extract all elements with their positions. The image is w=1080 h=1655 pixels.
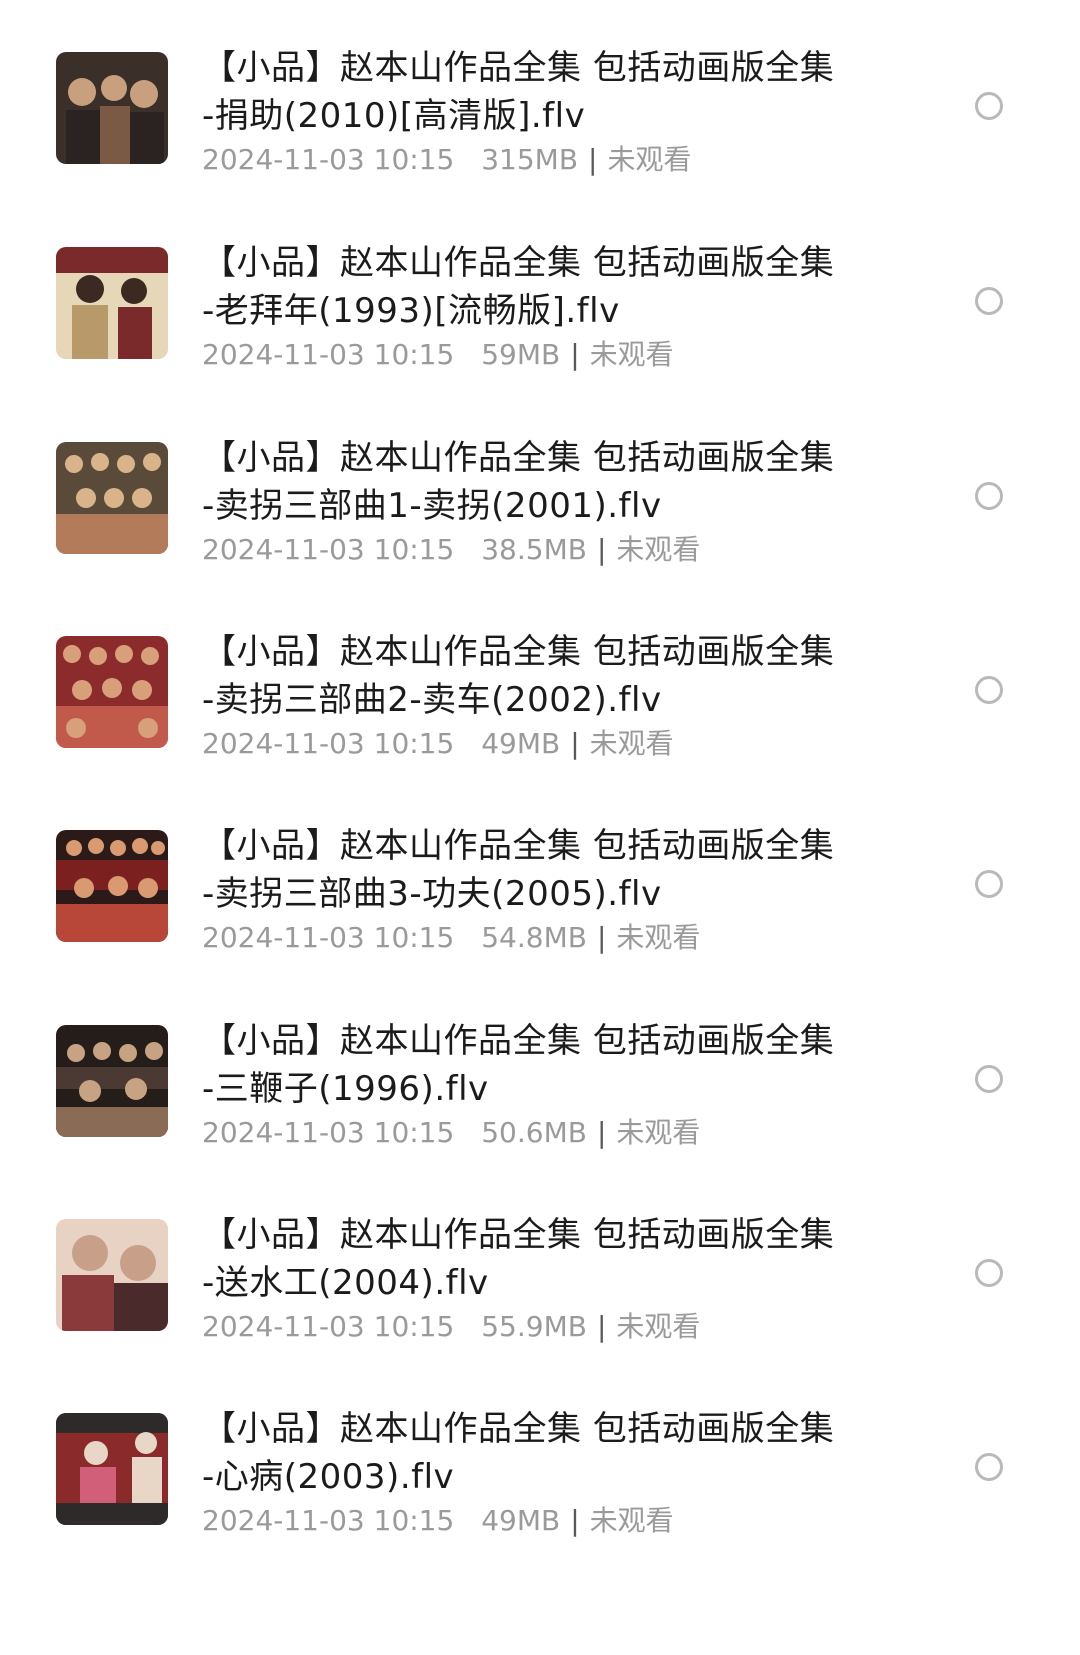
meta-separator: |	[570, 1504, 580, 1537]
file-date: 2024-11-03 10:15	[202, 1116, 455, 1149]
file-date: 2024-11-03 10:15	[202, 1504, 455, 1537]
list-item[interactable]: 【小品】赵本山作品全集 包括动画版全集 -卖拐三部曲2-卖车(2002).flv…	[0, 632, 1080, 836]
file-title-line1: 【小品】赵本山作品全集 包括动画版全集	[202, 1021, 835, 1061]
watch-status: 未观看	[589, 338, 674, 371]
file-size: 55.9MB	[481, 1310, 587, 1343]
video-thumbnail[interactable]	[56, 247, 168, 359]
select-radio[interactable]	[975, 287, 1003, 315]
file-size: 50.6MB	[481, 1116, 587, 1149]
thumbnail-image	[56, 1219, 168, 1331]
list-item[interactable]: 【小品】赵本山作品全集 包括动画版全集 -三鞭子(1996).flv 2024-…	[0, 1021, 1080, 1225]
file-title-line2: -卖拐三部曲1-卖拐(2001).flv	[202, 486, 662, 526]
thumbnail-image	[56, 52, 168, 164]
meta-separator: |	[570, 338, 580, 371]
watch-status: 未观看	[589, 727, 674, 760]
file-meta: 2024-11-03 10:15 49MB | 未观看	[202, 724, 902, 764]
list-item[interactable]: 【小品】赵本山作品全集 包括动画版全集 -心病(2003).flv 2024-1…	[0, 1409, 1080, 1613]
file-meta: 2024-11-03 10:15 49MB | 未观看	[202, 1501, 902, 1541]
file-title-line2: -送水工(2004).flv	[202, 1263, 489, 1303]
file-title-line2: -心病(2003).flv	[202, 1457, 455, 1497]
file-date: 2024-11-03 10:15	[202, 727, 455, 760]
file-meta: 2024-11-03 10:15 38.5MB | 未观看	[202, 530, 902, 570]
meta-separator: |	[596, 921, 607, 954]
select-radio[interactable]	[975, 1065, 1003, 1093]
meta-separator: |	[596, 1116, 607, 1149]
thumbnail-image	[56, 1413, 168, 1525]
watch-status: 未观看	[607, 143, 692, 176]
file-title-line2: -捐助(2010)[高清版].flv	[202, 96, 586, 136]
file-title-line1: 【小品】赵本山作品全集 包括动画版全集	[202, 48, 835, 88]
file-title-line1: 【小品】赵本山作品全集 包括动画版全集	[202, 243, 835, 283]
file-date: 2024-11-03 10:15	[202, 338, 455, 371]
select-radio[interactable]	[975, 1259, 1003, 1287]
list-item[interactable]: 【小品】赵本山作品全集 包括动画版全集 -送水工(2004).flv 2024-…	[0, 1215, 1080, 1419]
item-text: 【小品】赵本山作品全集 包括动画版全集 -卖拐三部曲2-卖车(2002).flv…	[202, 628, 902, 764]
watch-status: 未观看	[616, 1116, 701, 1149]
file-meta: 2024-11-03 10:15 315MB | 未观看	[202, 140, 902, 180]
file-title-line2: -卖拐三部曲3-功夫(2005).flv	[202, 874, 662, 914]
watch-status: 未观看	[616, 921, 701, 954]
file-size: 49MB	[481, 1504, 561, 1537]
meta-separator: |	[588, 143, 598, 176]
list-item[interactable]: 【小品】赵本山作品全集 包括动画版全集 -捐助(2010)[高清版].flv 2…	[0, 48, 1080, 252]
item-text: 【小品】赵本山作品全集 包括动画版全集 -卖拐三部曲1-卖拐(2001).flv…	[202, 434, 902, 570]
file-date: 2024-11-03 10:15	[202, 921, 455, 954]
file-size: 38.5MB	[481, 533, 587, 566]
video-thumbnail[interactable]	[56, 830, 168, 942]
watch-status: 未观看	[616, 1310, 701, 1343]
file-size: 315MB	[481, 143, 579, 176]
thumbnail-image	[56, 636, 168, 748]
item-text: 【小品】赵本山作品全集 包括动画版全集 -心病(2003).flv 2024-1…	[202, 1405, 902, 1541]
item-text: 【小品】赵本山作品全集 包括动画版全集 -捐助(2010)[高清版].flv 2…	[202, 44, 902, 180]
select-radio[interactable]	[975, 1453, 1003, 1481]
file-title-line2: -老拜年(1993)[流畅版].flv	[202, 291, 620, 331]
video-thumbnail[interactable]	[56, 1025, 168, 1137]
file-date: 2024-11-03 10:15	[202, 533, 455, 566]
thumbnail-image	[56, 442, 168, 554]
meta-separator: |	[596, 1310, 607, 1343]
file-size: 59MB	[481, 338, 561, 371]
video-thumbnail[interactable]	[56, 52, 168, 164]
watch-status: 未观看	[589, 1504, 674, 1537]
select-radio[interactable]	[975, 676, 1003, 704]
item-text: 【小品】赵本山作品全集 包括动画版全集 -卖拐三部曲3-功夫(2005).flv…	[202, 822, 902, 958]
file-title-line1: 【小品】赵本山作品全集 包括动画版全集	[202, 826, 835, 866]
file-title-line1: 【小品】赵本山作品全集 包括动画版全集	[202, 1409, 835, 1449]
file-title-line1: 【小品】赵本山作品全集 包括动画版全集	[202, 438, 835, 478]
file-title-line2: -卖拐三部曲2-卖车(2002).flv	[202, 680, 662, 720]
file-meta: 2024-11-03 10:15 55.9MB | 未观看	[202, 1307, 902, 1347]
meta-separator: |	[570, 727, 580, 760]
file-meta: 2024-11-03 10:15 54.8MB | 未观看	[202, 918, 902, 958]
video-thumbnail[interactable]	[56, 442, 168, 554]
watch-status: 未观看	[616, 533, 701, 566]
item-text: 【小品】赵本山作品全集 包括动画版全集 -三鞭子(1996).flv 2024-…	[202, 1017, 902, 1153]
meta-separator: |	[596, 533, 607, 566]
list-item[interactable]: 【小品】赵本山作品全集 包括动画版全集 -老拜年(1993)[流畅版].flv …	[0, 243, 1080, 447]
list-item[interactable]: 【小品】赵本山作品全集 包括动画版全集 -卖拐三部曲3-功夫(2005).flv…	[0, 826, 1080, 1030]
file-list: 【小品】赵本山作品全集 包括动画版全集 -捐助(2010)[高清版].flv 2…	[0, 0, 1080, 1655]
file-size: 54.8MB	[481, 921, 587, 954]
file-title-line1: 【小品】赵本山作品全集 包括动画版全集	[202, 1215, 835, 1255]
select-radio[interactable]	[975, 870, 1003, 898]
item-text: 【小品】赵本山作品全集 包括动画版全集 -老拜年(1993)[流畅版].flv …	[202, 239, 902, 375]
file-date: 2024-11-03 10:15	[202, 143, 455, 176]
file-meta: 2024-11-03 10:15 50.6MB | 未观看	[202, 1113, 902, 1153]
file-title-line1: 【小品】赵本山作品全集 包括动画版全集	[202, 632, 835, 672]
list-item[interactable]: 【小品】赵本山作品全集 包括动画版全集 -卖拐三部曲1-卖拐(2001).flv…	[0, 438, 1080, 642]
file-date: 2024-11-03 10:15	[202, 1310, 455, 1343]
thumbnail-image	[56, 830, 168, 942]
video-thumbnail[interactable]	[56, 1219, 168, 1331]
file-meta: 2024-11-03 10:15 59MB | 未观看	[202, 335, 902, 375]
select-radio[interactable]	[975, 482, 1003, 510]
file-title-line2: -三鞭子(1996).flv	[202, 1069, 489, 1109]
item-text: 【小品】赵本山作品全集 包括动画版全集 -送水工(2004).flv 2024-…	[202, 1211, 902, 1347]
thumbnail-image	[56, 247, 168, 359]
file-size: 49MB	[481, 727, 561, 760]
video-thumbnail[interactable]	[56, 1413, 168, 1525]
video-thumbnail[interactable]	[56, 636, 168, 748]
select-radio[interactable]	[975, 92, 1003, 120]
thumbnail-image	[56, 1025, 168, 1137]
